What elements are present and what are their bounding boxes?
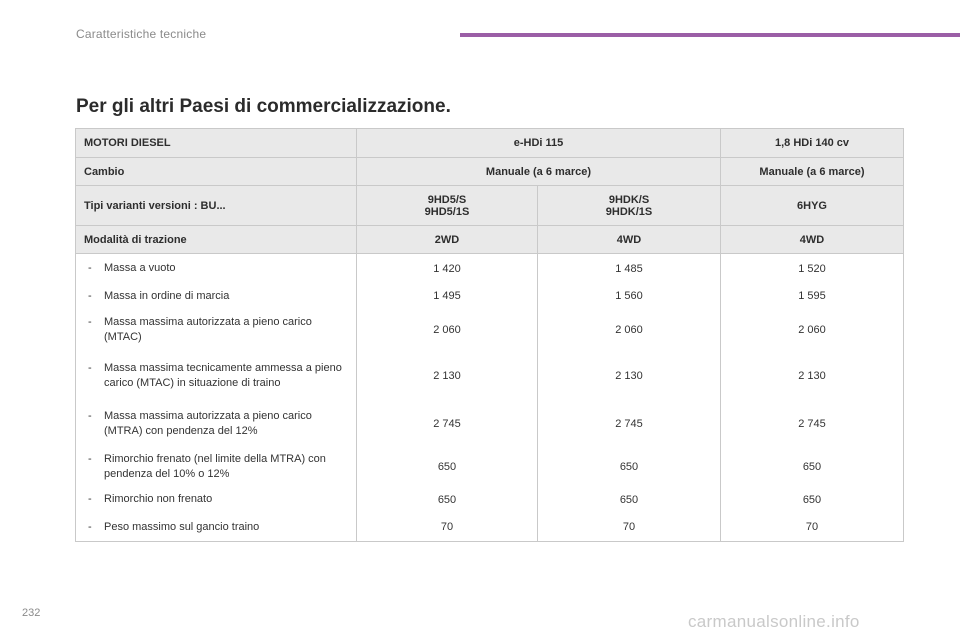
row-value: 1 485 xyxy=(537,253,721,284)
row-dash: - xyxy=(88,452,92,465)
row-label: - Massa in ordine di marcia xyxy=(75,283,357,309)
spec-table: MOTORI DIESEL e-HDi 115 1,8 HDi 140 cv C… xyxy=(75,128,904,542)
row-label: - Rimorchio non frenato xyxy=(75,485,357,514)
gearbox-2: Manuale (a 6 marce) xyxy=(720,157,904,186)
engine-label: MOTORI DIESEL xyxy=(75,128,357,158)
row-value: 2 130 xyxy=(720,350,904,401)
row-dash: - xyxy=(88,410,92,422)
row-value: 650 xyxy=(720,485,904,514)
row-value: 1 495 xyxy=(356,283,538,309)
row-label: - Massa massima autorizzata a pieno caric… xyxy=(75,400,357,448)
row-value: 1 595 xyxy=(720,283,904,309)
variant-code: 9HD5/S xyxy=(427,193,467,206)
row-label-text: Massa in ordine di marcia xyxy=(104,289,230,302)
gearbox-1: Manuale (a 6 marce) xyxy=(356,157,721,186)
traction-value: 4WD xyxy=(720,225,904,254)
row-value: 70 xyxy=(720,513,904,542)
row-label-text: Massa a vuoto xyxy=(104,262,176,275)
variants-row: Tipi varianti versioni : BU... 9HD5/S 9H… xyxy=(75,185,904,226)
row-label: - Massa a vuoto xyxy=(75,253,357,284)
section-accent-bar xyxy=(460,33,960,37)
table-row: - Massa massima autorizzata a pieno caric… xyxy=(75,308,904,351)
traction-label: Modalità di trazione xyxy=(75,225,357,254)
row-value: 1 420 xyxy=(356,253,538,284)
row-dash: - xyxy=(88,520,92,533)
row-dash: - xyxy=(88,315,92,328)
row-dash: - xyxy=(88,262,92,275)
table-row: - Massa a vuoto 1 420 1 485 1 520 xyxy=(75,253,904,284)
variants-col1: 9HD5/S 9HD5/1S xyxy=(356,185,538,226)
row-label-text: Rimorchio frenato (nel limite della MTRA… xyxy=(104,452,326,480)
traction-value: 4WD xyxy=(537,225,721,254)
row-value: 650 xyxy=(537,447,721,486)
section-title: Caratteristiche tecniche xyxy=(76,27,207,41)
row-value: 650 xyxy=(356,447,538,486)
engine-1: e-HDi 115 xyxy=(356,128,721,158)
traction-row: Modalità di trazione 2WD 4WD 4WD xyxy=(75,225,904,254)
row-value: 2 130 xyxy=(537,350,721,401)
row-value: 650 xyxy=(537,485,721,514)
row-label-text: Massa massima autorizzata a pieno carico… xyxy=(104,410,312,437)
engine-2: 1,8 HDi 140 cv xyxy=(720,128,904,158)
table-row: - Peso massimo sul gancio traino 70 70 70 xyxy=(75,513,904,542)
row-value: 650 xyxy=(356,485,538,514)
row-value: 2 130 xyxy=(356,350,538,401)
table-row: - Rimorchio non frenato 650 650 650 xyxy=(75,485,904,514)
gearbox-label: Cambio xyxy=(75,157,357,186)
row-value: 1 560 xyxy=(537,283,721,309)
row-dash: - xyxy=(88,289,92,302)
watermark: carmanualsonline.info xyxy=(688,612,860,631)
engine-row: MOTORI DIESEL e-HDi 115 1,8 HDi 140 cv xyxy=(75,128,904,158)
table-row: - Rimorchio frenato (nel limite della MTR… xyxy=(75,447,904,486)
row-label-text: Peso massimo sul gancio traino xyxy=(104,520,260,533)
row-dash: - xyxy=(88,493,92,505)
variant-code: 9HDK/S xyxy=(608,193,650,206)
row-label: - Rimorchio frenato (nel limite della MTR… xyxy=(75,447,357,486)
row-value: 2 060 xyxy=(720,308,904,351)
variants-label: Tipi varianti versioni : BU... xyxy=(75,185,357,226)
row-value: 1 520 xyxy=(720,253,904,284)
row-dash: - xyxy=(88,361,92,374)
page-number: 232 xyxy=(22,607,41,619)
row-label: - Massa massima autorizzata a pieno caric… xyxy=(75,308,357,351)
row-value: 70 xyxy=(356,513,538,542)
row-label: - Massa massima tecnicamente ammessa a pi… xyxy=(75,350,357,401)
row-label-text: Massa massima tecnicamente ammessa a pie… xyxy=(104,361,342,389)
row-value: 2 745 xyxy=(537,400,721,448)
page-heading: Per gli altri Paesi di commercializzazio… xyxy=(76,96,451,117)
table-row: - Massa in ordine di marcia 1 495 1 560 1… xyxy=(75,283,904,309)
variants-col3: 6HYG xyxy=(720,185,904,226)
row-value: 2 060 xyxy=(356,308,538,351)
traction-value: 2WD xyxy=(356,225,538,254)
table-row: - Massa massima tecnicamente ammessa a pi… xyxy=(75,350,904,401)
variants-col2: 9HDK/S 9HDK/1S xyxy=(537,185,721,226)
row-value: 70 xyxy=(537,513,721,542)
row-value: 650 xyxy=(720,447,904,486)
row-value: 2 745 xyxy=(356,400,538,448)
variant-code: 9HDK/1S xyxy=(605,205,653,218)
gearbox-row: Cambio Manuale (a 6 marce) Manuale (a 6 … xyxy=(75,157,904,186)
row-label: - Peso massimo sul gancio traino xyxy=(75,513,357,542)
variant-code: 9HD5/1S xyxy=(424,205,470,218)
row-label-text: Massa massima autorizzata a pieno carico… xyxy=(104,315,312,343)
row-value: 2 745 xyxy=(720,400,904,448)
row-value: 2 060 xyxy=(537,308,721,351)
table-row: - Massa massima autorizzata a pieno caric… xyxy=(75,400,904,448)
row-label-text: Rimorchio non frenato xyxy=(104,493,213,505)
